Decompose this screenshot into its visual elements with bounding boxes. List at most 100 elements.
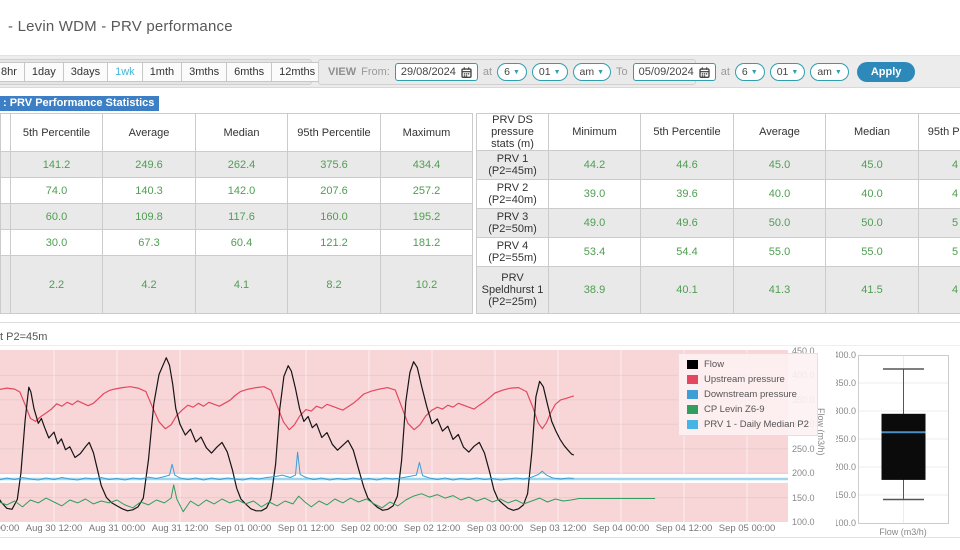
table-cell bbox=[0, 177, 11, 204]
to-hour-select[interactable]: 6 ▼ bbox=[734, 63, 765, 81]
from-hour-value: 6 bbox=[504, 66, 510, 78]
to-minute-select[interactable]: 01 ▼ bbox=[769, 63, 806, 81]
legend-item[interactable]: Upstream pressure bbox=[687, 374, 809, 385]
table-cell: 142.0 bbox=[195, 177, 288, 204]
range-6mths-button[interactable]: 6mths bbox=[226, 62, 273, 82]
range-1wk-button[interactable]: 1wk bbox=[107, 62, 143, 82]
table-cell: 5 bbox=[918, 237, 960, 267]
to-date-value: 05/09/2024 bbox=[638, 66, 694, 78]
time-axis-tick: Sep 03 12:00 bbox=[529, 523, 587, 534]
boxplot-x-label: Flow (m3/h) bbox=[879, 527, 927, 537]
table-cell: 4 bbox=[918, 150, 960, 180]
prv-ds-pressure-table: PRV DS pressure stats (m) Minimum 5th Perc… bbox=[476, 113, 960, 314]
view-label: VIEW bbox=[328, 66, 357, 78]
flow-axis-tick: 200.0 bbox=[792, 468, 815, 478]
from-minute-select[interactable]: 01 ▼ bbox=[531, 63, 568, 81]
table-cell: 40.0 bbox=[733, 179, 826, 209]
table-cell bbox=[0, 203, 11, 230]
to-ampm-select[interactable]: am ▼ bbox=[810, 63, 849, 81]
table-row: 74.0 140.3 142.0 207.6 257.2 bbox=[0, 177, 473, 204]
table-cell: 262.4 bbox=[195, 151, 288, 178]
table-cell: 55.0 bbox=[825, 237, 919, 267]
table-cell: 160.0 bbox=[287, 203, 381, 230]
table-cell bbox=[0, 255, 11, 314]
svg-text:400.0: 400.0 bbox=[836, 350, 856, 360]
table-cell: 5th Percentile bbox=[10, 113, 103, 152]
table-row: PRV Speldhurst 1 (P2=25m) 38.9 40.1 41.3 41.… bbox=[476, 266, 960, 314]
table-cell: 4.1 bbox=[195, 255, 288, 314]
table-cell: 375.6 bbox=[287, 151, 381, 178]
legend-item[interactable]: Flow bbox=[687, 359, 809, 370]
from-at-label: at bbox=[482, 66, 493, 78]
table-cell: PRV Speldhurst 1 (P2=25m) bbox=[476, 266, 549, 314]
prv-performance-chart bbox=[0, 350, 788, 522]
apply-button[interactable]: Apply bbox=[856, 62, 916, 82]
chevron-down-icon: ▼ bbox=[597, 68, 605, 76]
table-cell: 207.6 bbox=[287, 177, 381, 204]
table-cell bbox=[0, 151, 11, 178]
range-1mth-button[interactable]: 1mth bbox=[141, 62, 183, 82]
prv-performance-page: - Levin WDM - PRV performance 8hr 1day 3da… bbox=[0, 0, 960, 550]
table-cell: PRV DS pressure stats (m) bbox=[476, 113, 549, 151]
legend-swatch-icon bbox=[687, 360, 698, 369]
time-axis-tick: Sep 01 00:00 bbox=[214, 523, 272, 534]
table-cell: 53.4 bbox=[548, 237, 641, 267]
table-cell: 121.2 bbox=[287, 229, 381, 256]
table-cell: 109.8 bbox=[102, 203, 196, 230]
table-cell: 41.3 bbox=[733, 266, 826, 314]
to-hour-value: 6 bbox=[741, 66, 748, 78]
legend-item[interactable]: CP Levin Z6-9 bbox=[687, 404, 809, 415]
to-at-label: at bbox=[720, 66, 730, 78]
table-row: PRV 2 (P2=40m) 39.0 39.6 40.0 40.0 4 bbox=[476, 179, 960, 209]
section-divider bbox=[0, 322, 960, 323]
table-cell: PRV 3 (P2=50m) bbox=[476, 208, 549, 238]
range-1day-button[interactable]: 1day bbox=[23, 62, 64, 82]
to-label: To bbox=[616, 66, 628, 78]
flow-axis-tick: 100.0 bbox=[792, 517, 815, 527]
view-range-group: VIEW From: 29/08/2024 at 6 ▼ 01 ▼ am ▼ T… bbox=[318, 59, 916, 85]
table-cell: 49.6 bbox=[640, 208, 734, 238]
chevron-down-icon: ▼ bbox=[834, 68, 842, 76]
range-3days-button[interactable]: 3days bbox=[62, 62, 109, 82]
range-8hr-button[interactable]: 8hr bbox=[0, 62, 25, 82]
table-cell: 50.0 bbox=[825, 208, 919, 238]
to-minute-value: 01 bbox=[776, 66, 789, 78]
time-axis-tick: Aug 30 00:00 bbox=[0, 523, 20, 534]
table-cell: 45.0 bbox=[733, 150, 826, 180]
from-hour-select[interactable]: 6 ▼ bbox=[497, 63, 527, 81]
table-row: PRV 4 (P2=55m) 53.4 54.4 55.0 55.0 5 bbox=[476, 237, 960, 267]
legend-swatch-icon bbox=[687, 375, 698, 384]
time-axis-tick: Sep 04 12:00 bbox=[655, 523, 713, 534]
table-cell: 95th Percentile bbox=[287, 113, 381, 152]
flow-axis-tick: 150.0 bbox=[792, 493, 815, 503]
chart-top-border bbox=[0, 345, 960, 346]
time-axis-tick: Sep 02 12:00 bbox=[403, 523, 461, 534]
from-date-input[interactable]: 29/08/2024 bbox=[394, 63, 478, 81]
from-minute-value: 01 bbox=[538, 66, 551, 78]
table-cell: 74.0 bbox=[10, 177, 103, 204]
time-axis-tick: Sep 02 00:00 bbox=[340, 523, 398, 534]
table-cell: 54.4 bbox=[640, 237, 734, 267]
table-cell: PRV 4 (P2=55m) bbox=[476, 237, 549, 267]
table-cell: 44.2 bbox=[548, 150, 641, 180]
table-cell: 30.0 bbox=[10, 229, 103, 256]
table-cell: 44.6 bbox=[640, 150, 734, 180]
range-3mths-button[interactable]: 3mths bbox=[181, 62, 228, 82]
range-12mths-button[interactable]: 12mths bbox=[271, 62, 324, 82]
chart-title: t P2=45m bbox=[0, 331, 48, 343]
time-axis-tick: Aug 30 12:00 bbox=[25, 523, 83, 534]
table-cell: 38.9 bbox=[548, 266, 641, 314]
svg-text:250.0: 250.0 bbox=[836, 434, 856, 444]
legend-item[interactable]: PRV 1 - Daily Median P2 bbox=[687, 419, 809, 430]
table-cell: 95th Percentile bbox=[918, 113, 960, 151]
legend-label: CP Levin Z6-9 bbox=[704, 404, 765, 415]
table-row: PRV 3 (P2=50m) 49.0 49.6 50.0 50.0 5 bbox=[476, 208, 960, 238]
from-ampm-select[interactable]: am ▼ bbox=[572, 63, 612, 81]
table-cell: 41.5 bbox=[825, 266, 919, 314]
to-date-input[interactable]: 05/09/2024 bbox=[632, 63, 716, 81]
table-cell: 5 bbox=[918, 208, 960, 238]
table-row: 2.2 4.2 4.1 8.2 10.2 bbox=[0, 255, 473, 314]
calendar-icon bbox=[461, 66, 472, 78]
time-axis-tick: Aug 31 12:00 bbox=[151, 523, 209, 534]
legend-item[interactable]: Downstream pressure bbox=[687, 389, 809, 400]
